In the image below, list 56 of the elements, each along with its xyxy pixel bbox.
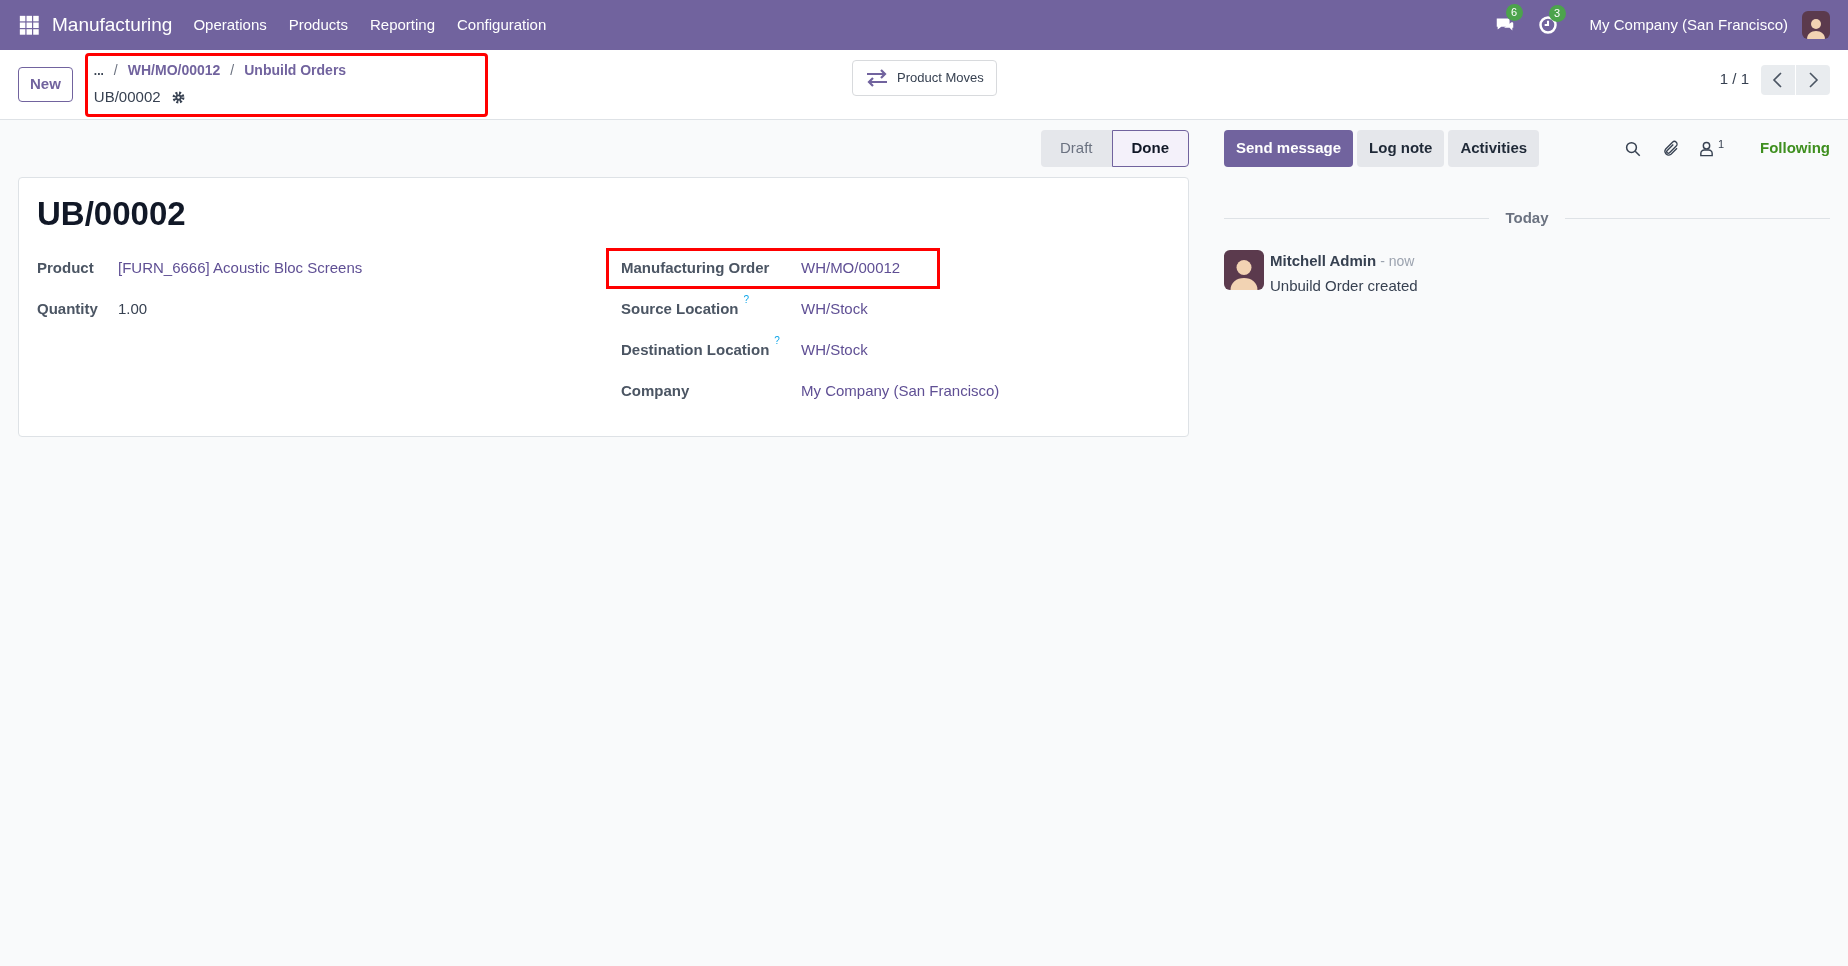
message-count-badge: 6	[1505, 4, 1523, 21]
chatter-tab[interactable]: Activities	[1448, 130, 1540, 167]
menu-item[interactable]: Products	[277, 13, 359, 37]
chatter-tab[interactable]: Log note	[1357, 130, 1445, 167]
breadcrumb-separator: /	[230, 61, 235, 81]
search-icon[interactable]	[1623, 139, 1642, 158]
message-author: Mitchell Admin	[1270, 250, 1377, 271]
field-link[interactable]: WH/Stock	[800, 297, 868, 321]
help-tooltip[interactable]: ?	[743, 293, 750, 306]
menu-item[interactable]: Reporting	[359, 13, 447, 37]
field-value: 1.00	[118, 298, 148, 319]
field-label: Quantity	[37, 298, 98, 319]
field-label: Company	[620, 380, 690, 401]
chevron-left-icon	[1771, 71, 1785, 88]
following-status[interactable]: Following	[1760, 137, 1830, 160]
message-time: - now	[1380, 251, 1415, 271]
field-label: Destination Location	[620, 339, 770, 360]
activity-count-badge: 3	[1548, 5, 1566, 22]
field-label: Product	[37, 257, 94, 278]
field-link[interactable]: WH/MO/00012	[800, 256, 901, 280]
new-button[interactable]: New	[18, 67, 73, 102]
record-name: UB/00002	[93, 87, 161, 108]
apps-grid-icon	[18, 14, 40, 36]
menu-item[interactable]: Configuration	[446, 13, 558, 37]
pager-value: 1 / 1	[1719, 69, 1749, 90]
chatter-tab[interactable]: Send message	[1224, 130, 1354, 167]
product-moves-button[interactable]: Product Moves	[852, 60, 997, 96]
followers-count: 1	[1717, 137, 1724, 152]
record-title: UB/00002	[37, 194, 187, 234]
help-tooltip[interactable]: ?	[774, 334, 780, 347]
app-name[interactable]: Manufacturing	[52, 10, 173, 40]
status-step[interactable]: Draft	[1041, 130, 1112, 167]
company-switcher[interactable]: My Company (San Francisco)	[1589, 13, 1788, 37]
person-icon[interactable]	[1697, 140, 1715, 157]
message-body: Unbuild Order created	[1270, 276, 1418, 296]
menu-item[interactable]: Operations	[182, 13, 278, 37]
breadcrumb-link[interactable]: Unbuild Orders	[244, 60, 347, 82]
clock-icon	[1537, 15, 1558, 35]
previous-button[interactable]	[1761, 64, 1795, 95]
field-link[interactable]: My Company (San Francisco)	[800, 379, 1000, 403]
transfer-arrows-icon	[865, 69, 889, 87]
chevron-right-icon	[1806, 71, 1820, 88]
field-link[interactable]: [FURN_6666] Acoustic Bloc Screens	[118, 256, 363, 280]
gear-icon[interactable]	[170, 90, 186, 105]
field-label: Manufacturing Order	[620, 257, 770, 278]
date-separator: Today	[1505, 208, 1549, 228]
avatar	[1802, 11, 1830, 39]
breadcrumb-link[interactable]: WH/MO/00012	[127, 60, 221, 82]
next-button[interactable]	[1796, 64, 1830, 95]
avatar	[1224, 249, 1264, 290]
field-link[interactable]: WH/Stock	[800, 338, 868, 362]
breadcrumb-ellipsis[interactable]: ...	[93, 61, 104, 80]
status-step[interactable]: Done	[1111, 130, 1189, 167]
breadcrumb-separator: /	[113, 61, 118, 81]
paperclip-icon[interactable]	[1661, 139, 1680, 158]
field-label: Source Location	[620, 298, 739, 319]
